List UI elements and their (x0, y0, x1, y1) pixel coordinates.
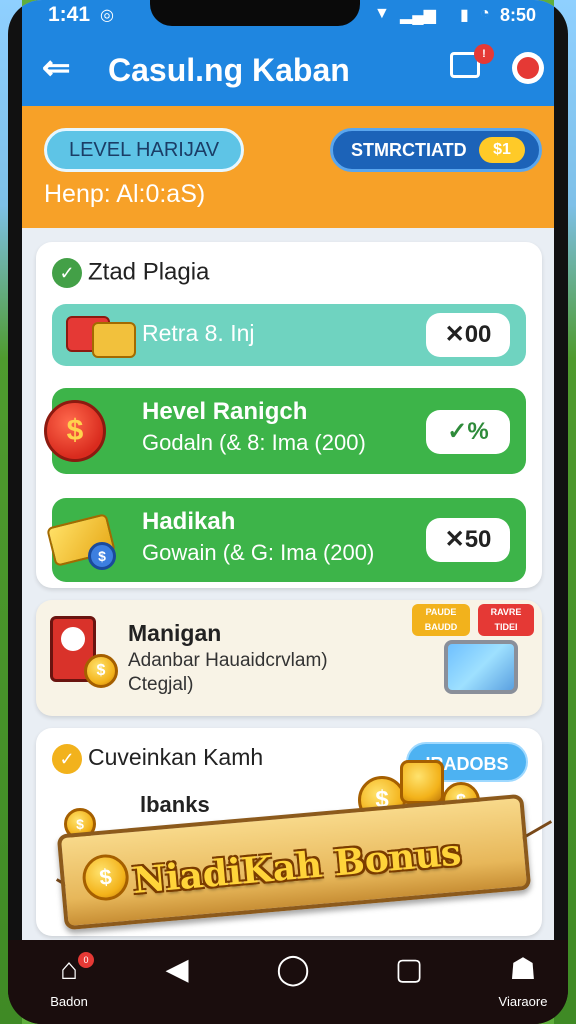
task-row-1-label: Retra 8. Inj (142, 320, 255, 346)
task-row-2[interactable]: $ Hevel Ranigch Godaln (& 8: Ima (200) ✓… (44, 388, 526, 474)
app-bar: ⇐ Casul.ng Kaban ! (22, 34, 554, 106)
nav-profile-label: Viaraore (498, 994, 548, 1009)
level-header: LEVEL HARIJAV STMRCTIATD $1 Henp: Al:0:a… (22, 106, 554, 228)
camera-notch (150, 0, 360, 26)
task-row-3-title: Hadikah (142, 508, 236, 535)
nav-home-label: Badon (50, 994, 88, 1009)
bonus-banner-text: NiadiKah Bonus (131, 831, 463, 903)
level-pill-button[interactable]: LEVEL HARIJAV (44, 128, 244, 172)
page-title: Casul.ng Kaban (108, 52, 350, 88)
tablet-screen-icon (444, 640, 518, 694)
small-coin-icon: $ (84, 654, 118, 688)
section-title-2: Manigan (128, 620, 222, 646)
section-title-3: Cuveinkan Kamh (88, 744, 264, 771)
check-circle-icon: ✓ (52, 258, 82, 288)
alarm-icon: ◔ (480, 5, 490, 22)
section-title-1: Ztad Plagia (88, 258, 210, 286)
status-pill-button[interactable]: STMRCTIATD $1 (330, 128, 542, 172)
check-badge-icon: ✓ (52, 744, 82, 774)
task-row-1[interactable]: Retra 8. Inj ✕00 (52, 304, 526, 366)
signal-icon: ▂▄▆ (400, 7, 436, 24)
bottom-navigation: ⌂ 0 Badon ◀ ◯ ▢ ☗ Viaraore (8, 940, 568, 1024)
task-row-3-subtitle: Gowain (& G: Ima (200) (142, 540, 375, 565)
wifi-icon: ▼ (374, 5, 390, 22)
nav-profile[interactable]: ☗ Viaraore (478, 950, 568, 1009)
task-row-2-subtitle: Godaln (& 8: Ima (200) (142, 430, 366, 455)
home-badge: 0 (78, 952, 94, 968)
task-row-1-reward[interactable]: ✕00 (426, 313, 510, 357)
banner-coin-icon: $ (80, 852, 131, 903)
tag-label-2: RAVRE TIDEI (478, 604, 534, 636)
dollar-coin-icon: $ (44, 400, 106, 462)
task-row-2-title: Hevel Ranigch (142, 398, 308, 425)
status-bar: 1:41 ◎ ▼ ▂▄▆ ▮ ◔ 8:50 (22, 0, 554, 34)
task-row-3-reward[interactable]: ✕50 (426, 518, 510, 562)
nav-recents[interactable]: ▢ (364, 950, 454, 990)
battery-icon: ▮ (460, 7, 469, 24)
status-time: 1:41 (48, 3, 91, 26)
nav-home[interactable]: ⌂ 0 Badon (24, 950, 114, 1009)
section-header-3: ✓ Cuveinkan Kamh (52, 744, 263, 774)
blue-coin-icon: $ (88, 542, 116, 570)
section-2-line-2: Ctegjal) (128, 674, 194, 695)
gift-icon (92, 322, 136, 358)
header-subtitle: Henp: Al:0:aS) (44, 180, 206, 208)
profile-icon: ☗ (509, 953, 537, 986)
home-circle-icon: ◯ (276, 953, 310, 986)
home-icon: ⌂ (59, 953, 79, 986)
phone-frame: 1:41 ◎ ▼ ▂▄▆ ▮ ◔ 8:50 ⇐ Casul.ng Kaban !… (8, 0, 568, 1024)
status-pill-label: STMRCTIATD (351, 140, 467, 160)
back-triangle-icon: ◀ (165, 953, 189, 986)
task-row-2-reward[interactable]: ✓% (426, 410, 510, 454)
task-card-1: ✓ Ztad Plagia Retra 8. Inj ✕00 $ Hevel Ra… (36, 242, 542, 588)
tag-label-1: PAUDE BAUDD (412, 604, 470, 636)
recents-square-icon: ▢ (394, 953, 424, 986)
record-icon[interactable] (512, 52, 544, 84)
section-2-line-1: Adanbar Hauaidcrvlam) (128, 650, 328, 671)
message-badge: ! (474, 44, 494, 64)
status-right-time: 8:50 (500, 5, 537, 25)
nav-back[interactable]: ◀ (132, 950, 222, 990)
sync-icon: ◎ (100, 7, 114, 24)
section-header-1: ✓ Ztad Plagia (52, 258, 209, 288)
nav-system-home[interactable]: ◯ (248, 950, 338, 990)
bonus-banner[interactable]: $ NiadiKah Bonus (54, 782, 554, 932)
back-arrow-icon[interactable]: ⇐ (42, 48, 71, 88)
status-coin-badge: $1 (479, 137, 525, 163)
task-card-2[interactable]: $ Manigan Adanbar Hauaidcrvlam) Ctegjal)… (36, 600, 542, 716)
bonus-banner-board: $ NiadiKah Bonus (56, 793, 532, 931)
task-row-3[interactable]: $ Hadikah Gowain (& G: Ima (200) ✕50 (46, 498, 526, 582)
